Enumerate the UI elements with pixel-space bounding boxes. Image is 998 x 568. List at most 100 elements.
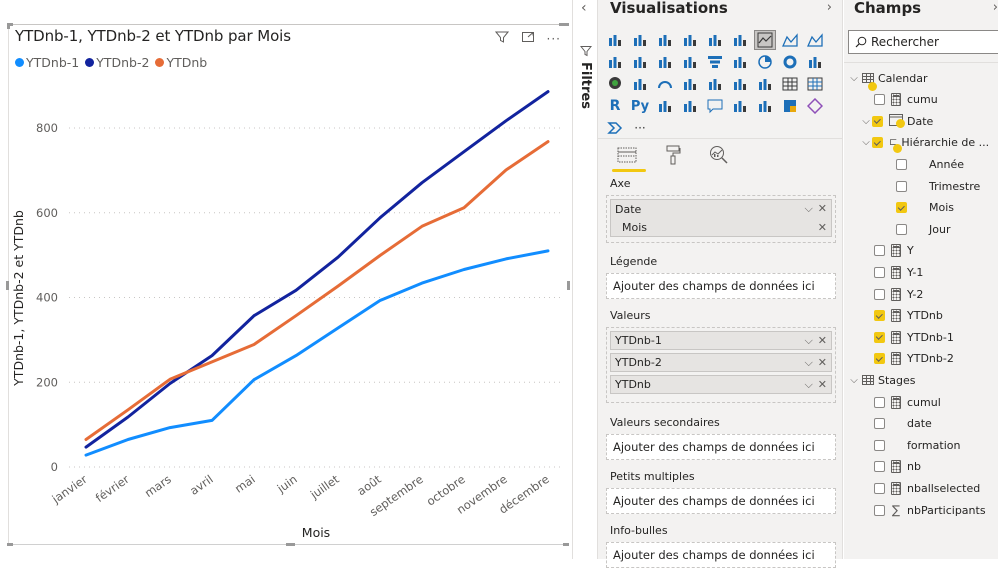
field-checkbox[interactable]	[874, 310, 885, 322]
field-checkbox[interactable]	[896, 223, 907, 235]
fields-expand-icon[interactable]: ›	[993, 0, 998, 15]
field-checkbox[interactable]	[872, 137, 883, 149]
field-row[interactable]: Trimestre	[896, 176, 980, 196]
power-automate-icon[interactable]	[604, 118, 626, 138]
field-checkbox[interactable]	[874, 288, 885, 300]
filters-label[interactable]: Filtres	[578, 62, 593, 109]
analytics-tab[interactable]	[704, 142, 734, 168]
waterfall-chart-icon[interactable]	[679, 52, 701, 72]
field-checkbox[interactable]	[874, 353, 885, 365]
field-checkbox[interactable]	[896, 180, 907, 192]
field-row[interactable]: Jour	[896, 219, 950, 239]
line-and-clustered-column-chart-icon[interactable]	[629, 52, 651, 72]
field-checkbox[interactable]	[896, 202, 907, 214]
field-checkbox[interactable]	[874, 331, 885, 343]
values-field-pill[interactable]: YTDnb ⌵ ✕	[610, 375, 832, 394]
remove-field-icon[interactable]: ✕	[818, 334, 827, 348]
field-row[interactable]: cumul	[874, 392, 941, 412]
legend-item[interactable]: YTDnb-1	[15, 55, 79, 70]
axis-well[interactable]: Date ⌵ ✕ Mois ✕	[606, 195, 836, 243]
area-chart-icon[interactable]	[779, 30, 801, 50]
field-row[interactable]: YTDnb	[874, 306, 943, 326]
field-row[interactable]: YTDnb-1	[874, 327, 954, 347]
filter-icon[interactable]	[494, 29, 509, 48]
scatter-chart-icon[interactable]	[729, 52, 751, 72]
field-row[interactable]: formation	[874, 435, 960, 455]
remove-field-icon[interactable]: ✕	[818, 221, 827, 234]
filters-pane-collapsed[interactable]: ‹ Filtres	[572, 0, 598, 559]
ribbon-chart-icon[interactable]	[654, 52, 676, 72]
small-multiples-drop-zone[interactable]: Ajouter des champs de données ici	[606, 488, 836, 514]
chevron-down-icon[interactable]: ⌵	[860, 116, 872, 127]
chevron-down-icon[interactable]: ⌵	[848, 73, 860, 84]
field-checkbox[interactable]	[896, 158, 907, 170]
field-row[interactable]: cumu	[874, 90, 938, 110]
field-row[interactable]: ∑ nbParticipants	[874, 500, 986, 520]
line-and-stacked-column-chart-icon[interactable]	[604, 52, 626, 72]
clustered-bar-chart-icon[interactable]	[654, 30, 676, 50]
legend-well-drop-zone[interactable]: Ajouter des champs de données ici	[606, 273, 836, 299]
field-checkbox[interactable]	[874, 418, 885, 430]
fields-tab[interactable]	[612, 142, 646, 172]
line-chart-visual[interactable]: 0 200 400 600 800 janvier février mars avril mai j…	[6, 23, 570, 546]
field-checkbox[interactable]	[874, 439, 885, 451]
chevron-down-icon[interactable]: ⌵	[804, 334, 812, 348]
field-checkbox[interactable]	[874, 504, 885, 516]
field-row[interactable]: ⌵ Date	[860, 111, 933, 131]
field-row[interactable]: Y-1	[874, 262, 923, 282]
field-row[interactable]: date	[874, 414, 932, 434]
field-row[interactable]: nb	[874, 457, 921, 477]
gauge-icon[interactable]	[654, 74, 676, 94]
field-row[interactable]: Mois	[896, 198, 954, 218]
chevron-down-icon[interactable]: ⌵	[804, 356, 812, 370]
more-options-icon[interactable]: ···	[547, 32, 561, 46]
remove-field-icon[interactable]: ✕	[818, 202, 827, 216]
azure-map-icon[interactable]	[779, 96, 801, 116]
fields-search-input[interactable]: Rechercher	[848, 30, 998, 54]
100-stacked-column-chart-icon[interactable]	[729, 30, 751, 50]
field-row[interactable]: nballselected	[874, 478, 980, 498]
table-icon[interactable]	[779, 74, 801, 94]
smart-narrative-icon[interactable]	[729, 96, 751, 116]
chevron-down-icon[interactable]: ⌵	[860, 137, 872, 148]
stacked-bar-chart-icon[interactable]	[604, 30, 626, 50]
field-row[interactable]: Y	[874, 241, 914, 261]
pie-chart-icon[interactable]	[754, 52, 776, 72]
field-checkbox[interactable]	[874, 266, 885, 278]
legend-item[interactable]: YTDnb-2	[85, 55, 149, 70]
chevron-down-icon[interactable]: ⌵	[848, 375, 860, 386]
remove-field-icon[interactable]: ✕	[818, 378, 827, 392]
stacked-area-chart-icon[interactable]	[804, 30, 826, 50]
power-apps-icon[interactable]	[804, 96, 826, 116]
values-field-pill[interactable]: YTDnb-1 ⌵ ✕	[610, 331, 832, 350]
kpi-icon[interactable]	[729, 74, 751, 94]
field-table-row[interactable]: ⌵ Calendar	[848, 68, 927, 91]
chevron-down-icon[interactable]: ⌵	[804, 378, 812, 392]
visualizations-expand-icon[interactable]: ›	[827, 0, 832, 15]
field-row[interactable]: ⌵ ⊏ Hiérarchie de ...	[860, 133, 989, 154]
field-checkbox[interactable]	[874, 396, 885, 408]
100-stacked-bar-chart-icon[interactable]	[704, 30, 726, 50]
field-checkbox[interactable]	[872, 115, 883, 127]
tooltips-drop-zone[interactable]: Ajouter des champs de données ici	[606, 542, 836, 568]
clustered-column-chart-icon[interactable]	[679, 30, 701, 50]
remove-field-icon[interactable]: ✕	[818, 356, 827, 370]
decomposition-tree-icon[interactable]	[679, 96, 701, 116]
focus-mode-icon[interactable]	[521, 29, 535, 48]
map-icon[interactable]	[604, 74, 626, 94]
python-visual-icon[interactable]: Py	[629, 96, 651, 116]
slicer-icon[interactable]	[754, 74, 776, 94]
field-checkbox[interactable]	[874, 482, 885, 494]
values-well[interactable]: YTDnb-1 ⌵ ✕ YTDnb-2 ⌵ ✕ YTDnb ⌵ ✕	[606, 327, 836, 403]
secondary-values-drop-zone[interactable]: Ajouter des champs de données ici	[606, 434, 836, 460]
axis-field-pill[interactable]: Date ⌵ ✕ Mois ✕	[610, 199, 832, 237]
stacked-column-chart-icon[interactable]	[629, 30, 651, 50]
field-table-row[interactable]: ⌵ Stages	[848, 370, 915, 390]
more-visuals-icon[interactable]: ···	[629, 118, 651, 138]
format-tab[interactable]	[658, 142, 688, 168]
chevron-down-icon[interactable]: ⌵	[804, 202, 812, 216]
funnel-chart-icon[interactable]	[704, 52, 726, 72]
paginated-report-icon[interactable]	[754, 96, 776, 116]
field-row[interactable]: Année	[896, 154, 964, 174]
key-influencers-icon[interactable]	[654, 96, 676, 116]
